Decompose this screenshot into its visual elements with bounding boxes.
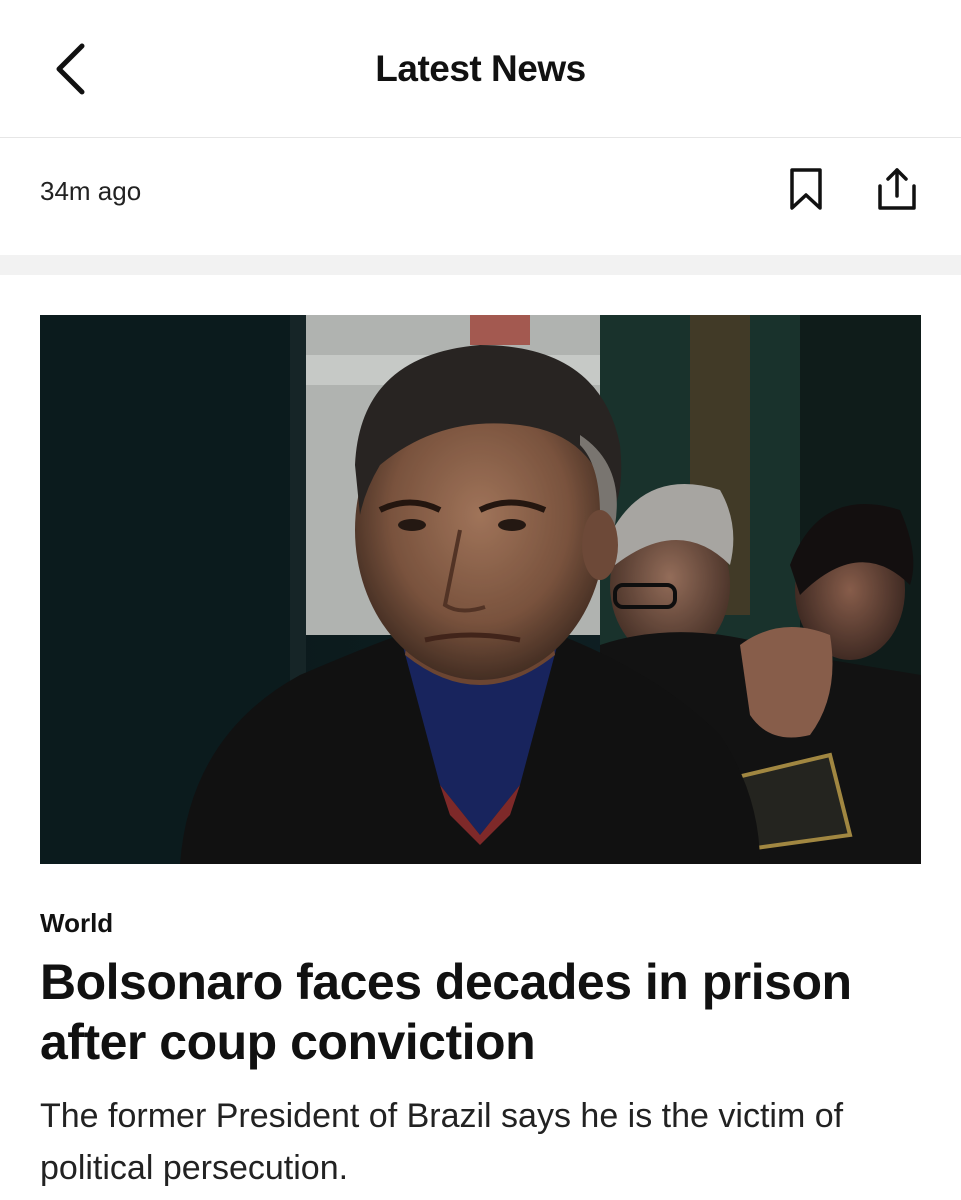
share-button[interactable]	[870, 164, 924, 218]
article-summary: The former President of Brazil says he i…	[40, 1097, 844, 1187]
page-title: Latest News	[375, 48, 586, 89]
bookmark-icon	[788, 167, 824, 216]
article-category[interactable]: World	[40, 908, 113, 939]
article-timestamp: 34m ago	[40, 176, 142, 206]
bookmark-button[interactable]	[782, 166, 830, 216]
section-divider	[0, 255, 961, 275]
article-hero-photo[interactable]	[40, 315, 921, 864]
article-headline[interactable]: Bolsonaro faces decades in prison after …	[40, 952, 921, 1072]
share-icon	[876, 166, 918, 217]
top-nav-bar: Latest News	[0, 0, 961, 138]
article-meta-bar: 34m ago	[0, 138, 961, 254]
